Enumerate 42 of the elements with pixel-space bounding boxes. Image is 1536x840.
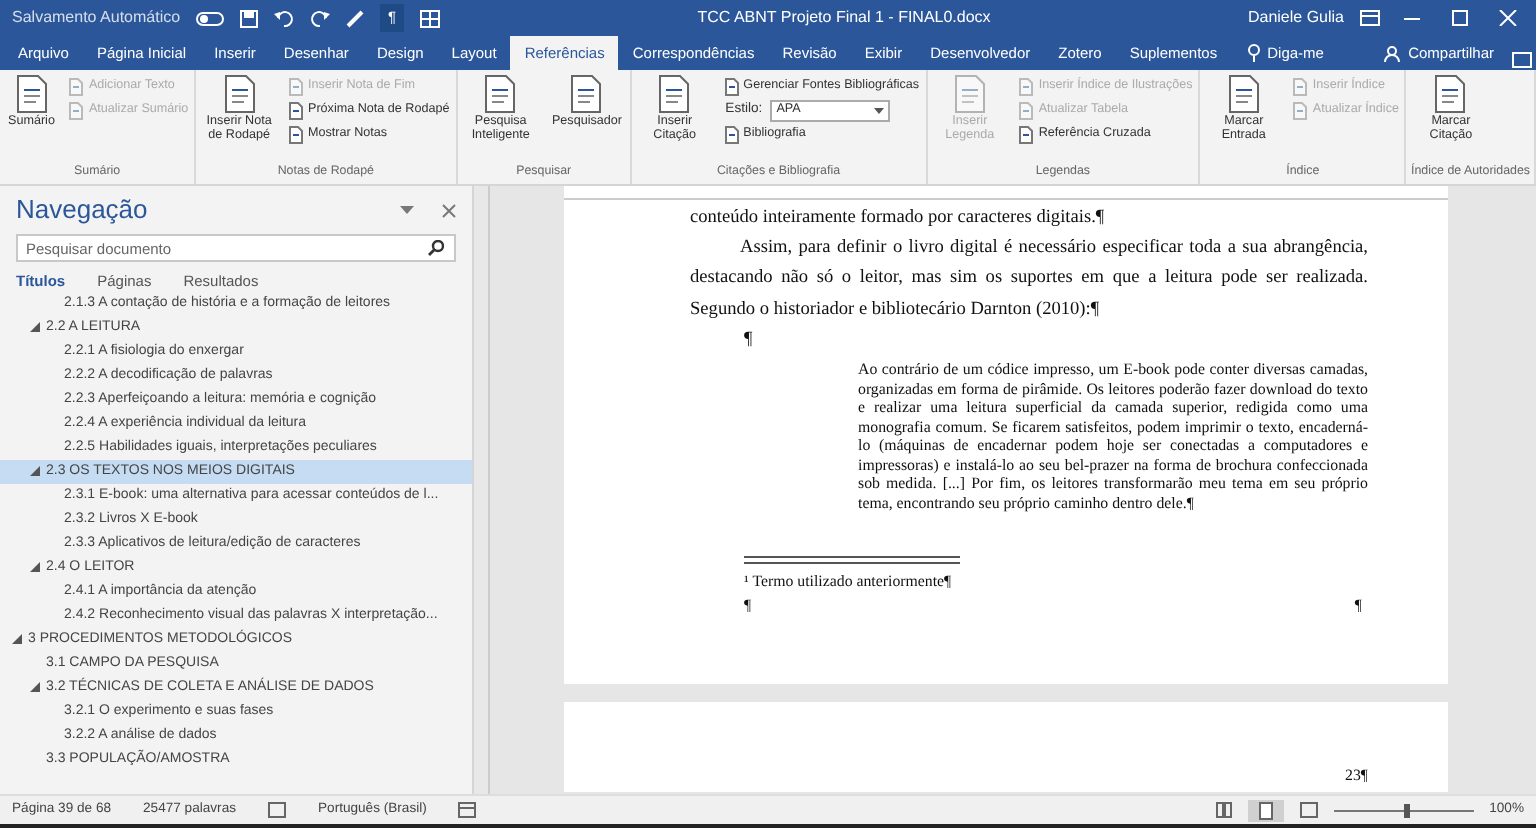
expand-icon[interactable] [12,633,22,644]
expand-icon[interactable] [30,321,40,332]
page-icon [288,77,304,95]
page-icon [288,101,304,119]
page-icon [1018,125,1035,143]
search-icon[interactable] [428,240,444,256]
undo-icon[interactable] [274,9,295,27]
expand-icon[interactable] [30,681,40,692]
page-icon [723,77,740,95]
page-icon [1292,101,1309,119]
page-icon [1292,77,1309,95]
redo-icon[interactable] [310,9,331,27]
expand-icon[interactable] [30,561,40,572]
lightbulb-icon [1247,44,1260,62]
body-paragraph: Assim, para definir o livro digital é necessário especificar toda a sua abrangência, destacando não só o leitor, mas sim os suportes em que a leitura pode ser realizada. Segundo o historiador e bibliotecário Darnton (2010):¶ [690,236,1368,324]
save-icon[interactable] [240,9,259,27]
close-icon[interactable] [442,203,456,217]
web-layout-icon[interactable] [1299,802,1318,818]
expand-icon[interactable] [30,465,40,476]
caret-icon[interactable] [400,206,414,214]
table-icon[interactable] [420,9,441,27]
page-icon [1018,101,1035,119]
ribbon-display-icon[interactable] [1360,10,1380,26]
autosave-label: Salvamento Automático [12,6,181,30]
toggle-icon[interactable] [196,11,225,25]
page-icon [1018,77,1035,95]
document-icon [951,74,988,114]
page-icon [68,77,85,95]
page-icon [68,101,85,119]
window-title: TCC ABNT Projeto Final 1 - FINAL0.docx [695,6,993,30]
person-icon [1384,45,1401,61]
page-icon [288,125,304,143]
body-paragraph: conteúdo inteiramente formado por caracteres digitais.¶ [690,206,1107,232]
pane-title: Navegação [16,194,150,226]
zoom-thumb[interactable] [1403,803,1410,817]
read-mode-icon[interactable] [1215,802,1232,818]
user-name: Daniele Gulia [1247,6,1344,30]
caret-icon [874,107,885,113]
print-layout-icon[interactable] [1247,799,1284,821]
brush-icon[interactable] [346,9,365,27]
page-icon [723,125,740,143]
paragraph-mark: ¶ [744,327,753,354]
